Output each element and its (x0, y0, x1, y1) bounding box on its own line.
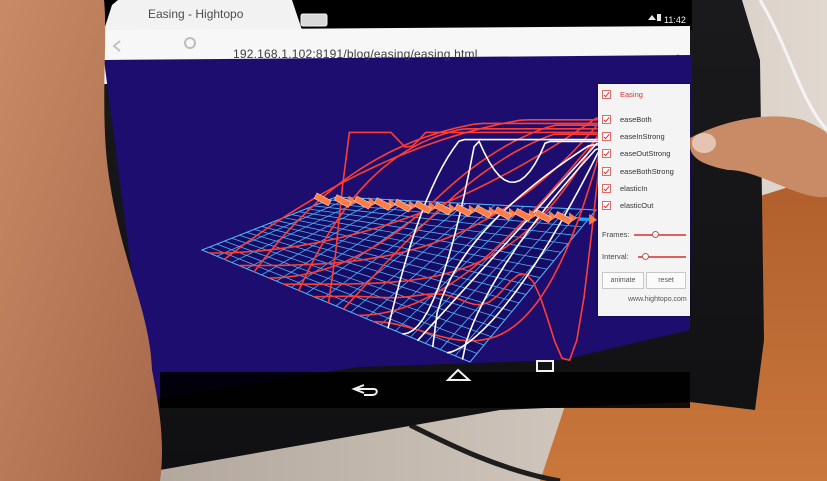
list-item[interactable]: easeOutStrong (598, 146, 670, 160)
url-text[interactable]: 192.168.1.102:8191/blog/easing/easing.ht… (233, 47, 478, 61)
item-checkbox[interactable] (602, 148, 611, 158)
interval-slider-thumb[interactable] (642, 253, 649, 260)
tab-title[interactable]: Easing - Hightopo (148, 7, 243, 21)
panel-header[interactable]: Easing (598, 87, 643, 101)
new-tab-button[interactable] (300, 13, 328, 27)
nav-bar (160, 372, 690, 408)
header-checkbox[interactable] (602, 89, 611, 99)
status-time: 11:42 (664, 15, 686, 25)
frames-slider-thumb[interactable] (652, 231, 659, 238)
footer-link[interactable]: www.hightopo.com (628, 296, 687, 303)
list-item-label: easeBoth (620, 114, 652, 124)
list-item[interactable]: easeBothStrong (598, 164, 674, 178)
list-item-label: elasticOut (620, 200, 654, 210)
fingernail (692, 133, 716, 153)
frames-label: Frames: (602, 230, 630, 239)
list-item[interactable]: easeInStrong (598, 129, 665, 143)
item-checkbox[interactable] (602, 131, 611, 141)
interval-label: Interval: (602, 252, 629, 261)
list-item[interactable]: easeBoth (598, 112, 652, 126)
battery-icon (657, 14, 661, 21)
panel-header-label: Easing (620, 89, 643, 99)
item-checkbox[interactable] (602, 200, 611, 210)
animate-button[interactable]: animate (602, 272, 644, 289)
item-checkbox[interactable] (602, 183, 611, 193)
marker-indicator (579, 217, 590, 221)
list-item-label: easeInStrong (620, 131, 665, 141)
photo-scene (0, 0, 827, 481)
item-checkbox[interactable] (602, 114, 611, 124)
list-item-label: elasticIn (620, 183, 648, 193)
item-checkbox[interactable] (602, 166, 611, 176)
list-item[interactable]: elasticIn (598, 181, 648, 195)
list-item[interactable]: elasticOut (598, 198, 653, 212)
easing-control-panel: Easing easeBoth easeInStrong easeOutStro… (598, 84, 690, 316)
frames-slider[interactable] (634, 234, 686, 236)
list-item-label: easeOutStrong (620, 148, 671, 158)
reset-button[interactable]: reset (646, 272, 686, 289)
list-item-label: easeBothStrong (620, 166, 674, 176)
